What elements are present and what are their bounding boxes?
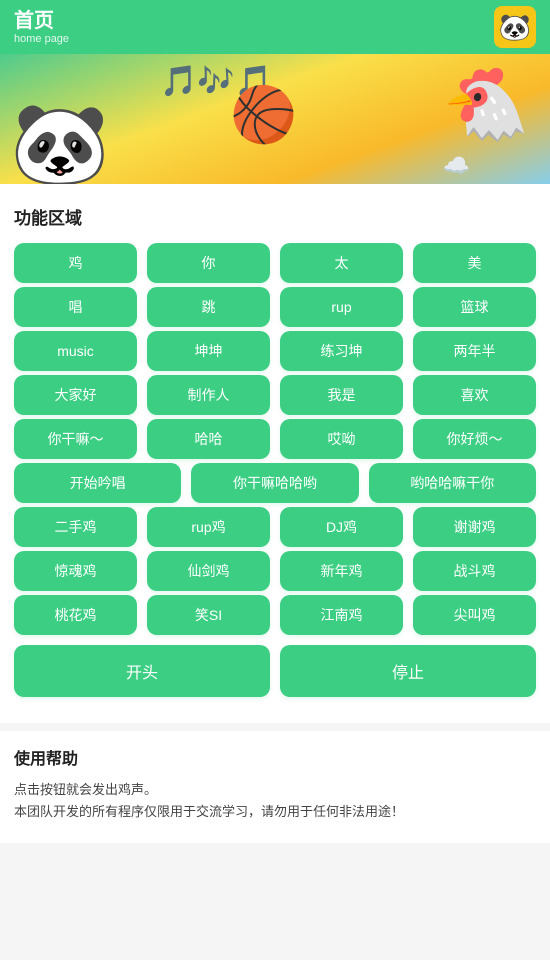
- button-row-3: music 坤坤 练习坤 两年半: [14, 331, 536, 371]
- btn-xiejieji[interactable]: 谢谢鸡: [413, 507, 536, 547]
- start-button[interactable]: 开头: [14, 645, 270, 697]
- button-row-8: 惊魂鸡 仙剑鸡 新年鸡 战斗鸡: [14, 551, 536, 591]
- btn-dajiahao[interactable]: 大家好: [14, 375, 137, 415]
- main-content: 功能区域 鸡 你 太 美 唱 跳 rup 篮球 music 坤坤 练习坤 两年半…: [0, 184, 550, 723]
- btn-zhizuoren[interactable]: 制作人: [147, 375, 270, 415]
- stop-button[interactable]: 停止: [280, 645, 536, 697]
- btn-kunkun[interactable]: 坤坤: [147, 331, 270, 371]
- btn-mei[interactable]: 美: [413, 243, 536, 283]
- btn-tai[interactable]: 太: [280, 243, 403, 283]
- btn-zhandouji[interactable]: 战斗鸡: [413, 551, 536, 591]
- help-text-line2: 本团队开发的所有程序仅限用于交流学习，请勿用于任何非法用途！: [14, 801, 536, 823]
- btn-yoahahamaganni[interactable]: 哟哈哈嘛干你: [369, 463, 536, 503]
- btn-kaishiyinchang[interactable]: 开始吟唱: [14, 463, 181, 503]
- btn-niganma[interactable]: 你干嘛～: [14, 419, 137, 459]
- btn-haha[interactable]: 哈哈: [147, 419, 270, 459]
- banner: 🎵🎶🎵 🐼 🏀 🐔 ☁️: [0, 54, 550, 184]
- btn-xihuan[interactable]: 喜欢: [413, 375, 536, 415]
- btn-djji[interactable]: DJ鸡: [280, 507, 403, 547]
- btn-tiao[interactable]: 跳: [147, 287, 270, 327]
- btn-ni[interactable]: 你: [147, 243, 270, 283]
- btn-jinghungji[interactable]: 惊魂鸡: [14, 551, 137, 591]
- btn-nihaofan[interactable]: 你好烦～: [413, 419, 536, 459]
- btn-aiyou[interactable]: 哎呦: [280, 419, 403, 459]
- btn-ji[interactable]: 鸡: [14, 243, 137, 283]
- btn-niganmahahayao[interactable]: 你干嘛哈哈哟: [191, 463, 358, 503]
- btn-woshi[interactable]: 我是: [280, 375, 403, 415]
- button-row-6: 开始吟唱 你干嘛哈哈哟 哟哈哈嘛干你: [14, 463, 536, 503]
- button-row-4: 大家好 制作人 我是 喜欢: [14, 375, 536, 415]
- header: 首页 home page 🐼: [0, 0, 550, 54]
- avatar: 🐼: [494, 6, 536, 48]
- banner-inner: 🎵🎶🎵 🐼 🏀 🐔 ☁️: [0, 54, 550, 184]
- btn-rupji[interactable]: rup鸡: [147, 507, 270, 547]
- help-section: 使用帮助 点击按钮就会发出鸡声。 本团队开发的所有程序仅限用于交流学习，请勿用于…: [0, 723, 550, 843]
- btn-lianxikun[interactable]: 练习坤: [280, 331, 403, 371]
- help-text-line1: 点击按钮就会发出鸡声。: [14, 779, 536, 801]
- panda-icon: 🐼: [10, 104, 110, 184]
- btn-liangnianban[interactable]: 两年半: [413, 331, 536, 371]
- button-row-7: 二手鸡 rup鸡 DJ鸡 谢谢鸡: [14, 507, 536, 547]
- btn-xianjianji[interactable]: 仙剑鸡: [147, 551, 270, 591]
- button-row-5: 你干嘛～ 哈哈 哎呦 你好烦～: [14, 419, 536, 459]
- btn-ershouji[interactable]: 二手鸡: [14, 507, 137, 547]
- button-row-2: 唱 跳 rup 篮球: [14, 287, 536, 327]
- help-title: 使用帮助: [14, 745, 536, 769]
- btn-lanqiu[interactable]: 篮球: [413, 287, 536, 327]
- page-subtitle: home page: [14, 33, 69, 45]
- btn-rup[interactable]: rup: [280, 287, 403, 327]
- page-title: 首页: [14, 9, 69, 33]
- basketball-icon: 🏀: [230, 84, 297, 147]
- function-section-title: 功能区域: [14, 204, 536, 229]
- button-row-1: 鸡 你 太 美: [14, 243, 536, 283]
- btn-taohuaji[interactable]: 桃花鸡: [14, 595, 137, 635]
- header-title-block: 首页 home page: [14, 9, 69, 45]
- btn-jiangnanji[interactable]: 江南鸡: [280, 595, 403, 635]
- button-row-9: 桃花鸡 笑SI 江南鸡 尖叫鸡: [14, 595, 536, 635]
- btn-jianjiaoji[interactable]: 尖叫鸡: [413, 595, 536, 635]
- action-row: 开头 停止: [14, 645, 536, 697]
- cloud-icon: ☁️: [443, 153, 470, 179]
- btn-xiaosi[interactable]: 笑SI: [147, 595, 270, 635]
- chicken-icon: 🐔: [443, 64, 530, 146]
- btn-music[interactable]: music: [14, 331, 137, 371]
- btn-xinnianii[interactable]: 新年鸡: [280, 551, 403, 591]
- btn-chang[interactable]: 唱: [14, 287, 137, 327]
- avatar-emoji: 🐼: [499, 12, 531, 43]
